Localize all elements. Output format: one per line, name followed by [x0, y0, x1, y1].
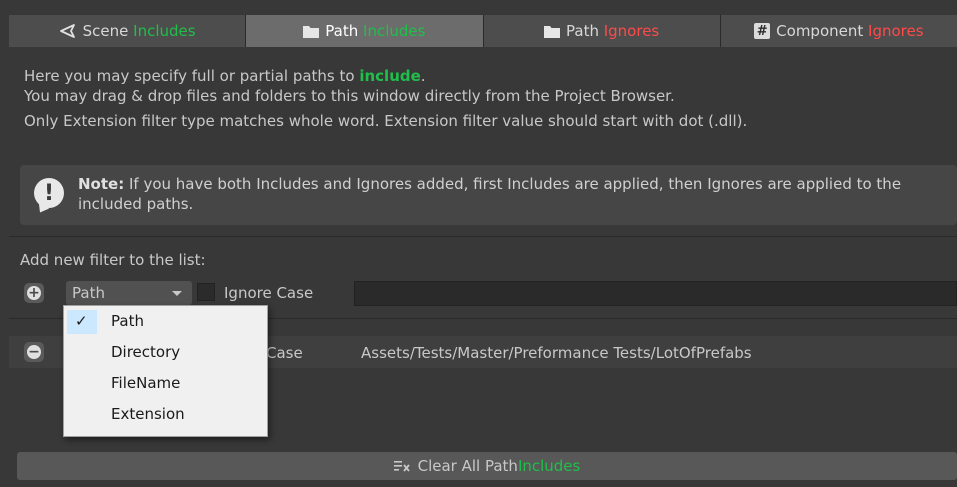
filter-value-input[interactable] [354, 281, 957, 306]
note-box: ! Note: If you have both Includes and Ig… [20, 165, 957, 225]
tab-label: Scene [82, 22, 129, 40]
filter-path[interactable]: Assets/Tests/Master/Preformance Tests/Lo… [361, 343, 752, 363]
plus-icon: + [27, 285, 41, 301]
minus-icon: − [27, 344, 41, 360]
tab-label: Path [566, 22, 599, 40]
hash-icon: # [754, 23, 771, 39]
description-emphasis: include [359, 67, 421, 85]
menu-item-filename[interactable]: FileName [64, 368, 267, 399]
clear-all-button[interactable]: Clear All Path Includes [17, 452, 957, 480]
remove-filter-button[interactable]: − [24, 342, 44, 362]
add-filter-label: Add new filter to the list: [20, 251, 206, 269]
divider [9, 236, 957, 237]
clear-button-accent: Includes [517, 457, 581, 475]
ignore-case-checkbox[interactable] [197, 283, 215, 301]
description-line-2: You may drag & drop files and folders to… [24, 87, 675, 105]
filter-ignore-case-label: Case [266, 344, 303, 362]
menu-item-label: Path [111, 312, 144, 330]
tab-path-includes[interactable]: Path Includes [246, 15, 484, 47]
ignore-case-label: Ignore Case [224, 284, 314, 302]
menu-item-label: Extension [111, 405, 185, 423]
tab-label: Path [325, 22, 359, 40]
folder-icon [303, 25, 320, 38]
chevron-down-icon [172, 291, 182, 296]
note-title: Note: [78, 175, 125, 193]
tab-component-ignores[interactable]: # Component Ignores [720, 15, 957, 47]
dropdown-value: Path [72, 284, 105, 302]
clear-list-icon [393, 460, 410, 472]
scene-icon [59, 23, 77, 39]
note-text: If you have both Includes and Ignores ad… [78, 175, 902, 213]
add-filter-button[interactable]: + [24, 283, 44, 303]
tab-path-ignores[interactable]: Path Ignores [483, 15, 721, 47]
menu-item-label: FileName [111, 374, 181, 392]
menu-item-extension[interactable]: Extension [64, 399, 267, 430]
menu-item-path[interactable]: ✓ Path [64, 306, 267, 337]
description-line-3: Only Extension filter type matches whole… [24, 112, 748, 130]
tab-accent: Ignores [603, 22, 660, 40]
tab-accent: Ignores [868, 22, 924, 40]
note-message: Note: If you have both Includes and Igno… [78, 174, 948, 214]
description-text: . [420, 67, 426, 85]
description-line-1: Here you may specify full or partial pat… [24, 66, 426, 86]
description-text: Here you may specify full or partial pat… [24, 67, 360, 85]
warning-icon: ! [34, 178, 64, 208]
menu-item-label: Directory [111, 343, 181, 361]
check-icon: ✓ [75, 312, 88, 330]
filter-type-dropdown[interactable]: Path [66, 281, 192, 305]
filter-type-menu: ✓ Path Directory FileName Extension [63, 305, 268, 437]
tab-label: Component [776, 22, 864, 40]
menu-item-directory[interactable]: Directory [64, 337, 267, 368]
clear-button-label: Clear All Path [417, 457, 518, 475]
tab-accent: Includes [133, 22, 196, 40]
folder-icon [544, 25, 560, 38]
tab-accent: Includes [363, 22, 426, 40]
filter-tabs: Scene Includes Path Includes Path Ignore… [9, 15, 957, 47]
tab-scene-includes[interactable]: Scene Includes [9, 15, 247, 47]
